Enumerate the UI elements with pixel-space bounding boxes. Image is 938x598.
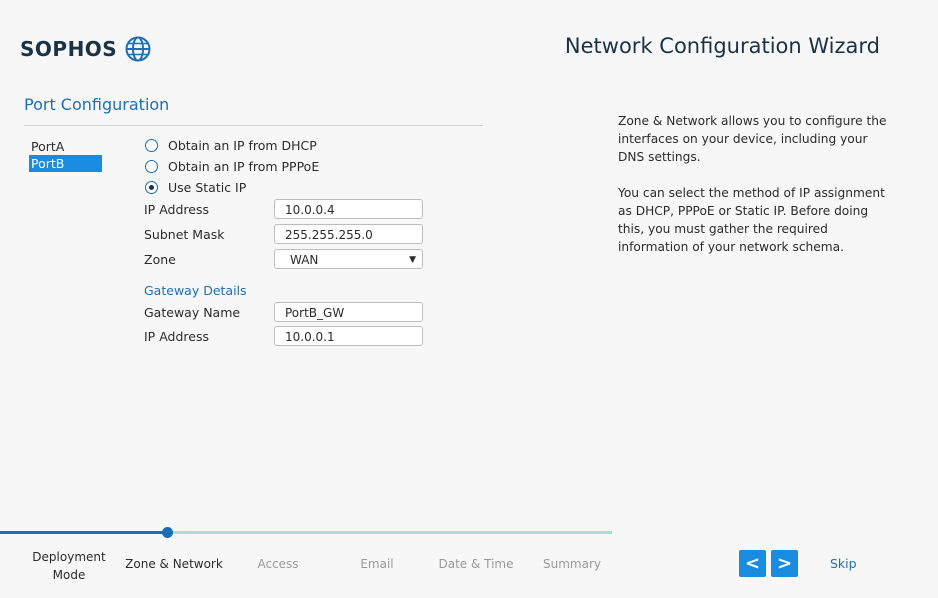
- progress-fill: [0, 531, 168, 534]
- port-item-porta[interactable]: PortA: [29, 138, 102, 155]
- help-paragraph: Zone & Network allows you to configure t…: [618, 114, 887, 164]
- gateway-ip-address-label: IP Address: [144, 329, 209, 344]
- gateway-details-heading: Gateway Details: [144, 283, 247, 298]
- zone-select[interactable]: WAN ▼: [274, 249, 423, 269]
- radio-label: Obtain an IP from DHCP: [168, 138, 317, 153]
- step-access[interactable]: Access: [243, 557, 313, 571]
- radio-option-static-ip[interactable]: Use Static IP: [145, 177, 319, 198]
- radio-button[interactable]: [145, 139, 158, 152]
- radio-option-pppoe[interactable]: Obtain an IP from PPPoE: [145, 156, 319, 177]
- sophos-logo: SOPHOS: [20, 36, 151, 62]
- gateway-ip-address-input[interactable]: 10.0.0.1: [274, 326, 423, 346]
- port-list: PortA PortB: [29, 138, 102, 172]
- section-title: Port Configuration: [24, 95, 170, 114]
- subnet-mask-label: Subnet Mask: [144, 227, 225, 242]
- radio-button-selected[interactable]: [145, 181, 158, 194]
- help-panel: Zone & Network allows you to configure t…: [618, 112, 888, 274]
- help-paragraph: You can select the method of IP assignme…: [618, 186, 885, 254]
- radio-label: Obtain an IP from PPPoE: [168, 159, 320, 174]
- radio-label: Use Static IP: [168, 180, 247, 195]
- radio-button[interactable]: [145, 160, 158, 173]
- ip-method-radio-group: Obtain an IP from DHCP Obtain an IP from…: [145, 135, 319, 198]
- step-email[interactable]: Email: [342, 557, 412, 571]
- globe-icon: [125, 36, 151, 62]
- subnet-mask-input[interactable]: 255.255.255.0: [274, 224, 423, 244]
- port-item-portb[interactable]: PortB: [29, 155, 102, 172]
- radio-option-dhcp[interactable]: Obtain an IP from DHCP: [145, 135, 319, 156]
- step-zone-network[interactable]: Zone & Network: [124, 557, 224, 571]
- gateway-name-input[interactable]: PortB_GW: [274, 302, 423, 322]
- step-summary[interactable]: Summary: [536, 557, 608, 571]
- wizard-title: Network Configuration Wizard: [564, 34, 880, 58]
- step-date-time[interactable]: Date & Time: [434, 557, 518, 571]
- next-button[interactable]: >: [771, 550, 798, 577]
- ip-address-input[interactable]: 10.0.0.4: [274, 199, 423, 219]
- progress-marker: [162, 527, 174, 538]
- ip-address-label: IP Address: [144, 202, 209, 217]
- section-divider: [24, 125, 483, 126]
- zone-label: Zone: [144, 252, 176, 267]
- brand-name: SOPHOS: [20, 37, 118, 61]
- back-button[interactable]: <: [739, 550, 766, 577]
- zone-selected-value: WAN: [290, 253, 319, 267]
- gateway-name-label: Gateway Name: [144, 305, 241, 320]
- caret-down-icon: ▼: [409, 255, 416, 265]
- skip-link[interactable]: Skip: [830, 556, 857, 571]
- step-deployment-mode[interactable]: Deployment Mode: [28, 548, 110, 584]
